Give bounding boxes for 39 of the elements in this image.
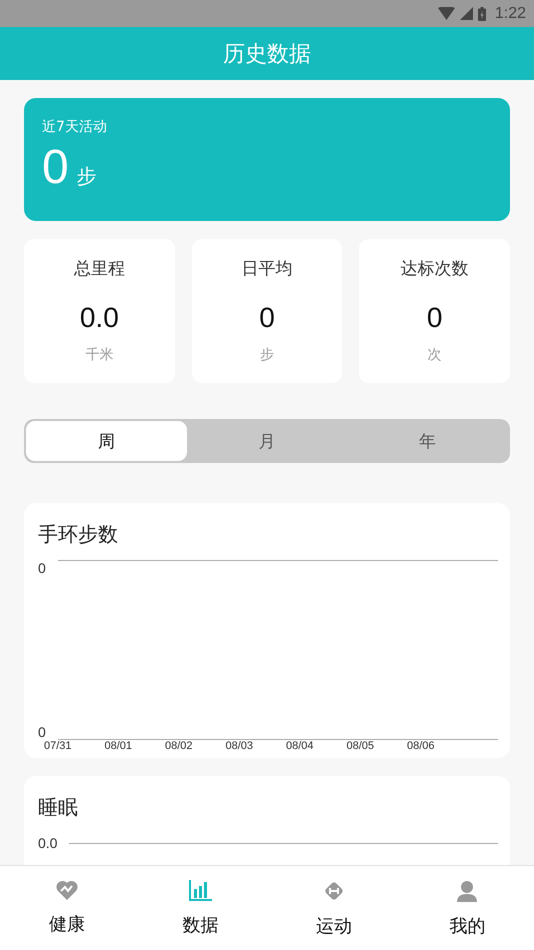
stat-label: 达标次数 — [400, 258, 469, 280]
y-axis-label: 0.0 — [38, 835, 58, 851]
x-axis-label: 08/04 — [286, 740, 315, 752]
stat-value: 0 — [426, 302, 442, 334]
signal-icon — [460, 7, 473, 20]
x-axis-label: 08/05 — [346, 740, 376, 752]
nav-item[interactable]: 运动 — [267, 866, 400, 950]
stat-unit: 千米 — [85, 346, 114, 364]
person-icon — [456, 880, 478, 902]
wifi-icon — [438, 7, 455, 20]
heart-icon — [56, 880, 78, 900]
bar-chart-icon — [188, 880, 212, 901]
page-title: 历史数据 — [223, 40, 311, 68]
summary-label: 近7天活动 — [42, 118, 107, 136]
y-axis-label: 0 — [38, 560, 46, 576]
stat-label: 日平均 — [242, 258, 292, 280]
nav-item[interactable]: 我的 — [400, 866, 534, 950]
x-axis-label: 08/01 — [104, 740, 134, 752]
summary-value: 0 — [42, 140, 69, 195]
stat-unit: 次 — [428, 346, 442, 364]
x-axis-label: 08/02 — [165, 740, 194, 752]
stat-value: 0 — [259, 302, 275, 334]
chart-title: 手环步数 — [38, 521, 119, 548]
stat-value: 0.0 — [80, 302, 119, 334]
period-tab[interactable]: 月 — [186, 421, 348, 461]
x-axis-label: 08/06 — [407, 740, 436, 752]
y-axis-label: 0 — [38, 724, 46, 740]
summary-unit: 步 — [76, 163, 97, 190]
battery-icon — [478, 6, 486, 20]
stat-unit: 步 — [260, 346, 274, 364]
x-axis-label: 08/03 — [226, 740, 254, 752]
status-time: 1:22 — [494, 4, 526, 22]
x-axis-label: 07/31 — [44, 740, 73, 752]
nav-item[interactable]: 数据 — [134, 866, 267, 950]
chart-title: 睡眠 — [38, 795, 78, 819]
nav-item[interactable]: 健康 — [0, 866, 134, 950]
stat-label: 总里程 — [74, 258, 125, 280]
period-tab[interactable]: 年 — [347, 421, 508, 461]
period-tab[interactable]: 周 — [26, 421, 187, 461]
